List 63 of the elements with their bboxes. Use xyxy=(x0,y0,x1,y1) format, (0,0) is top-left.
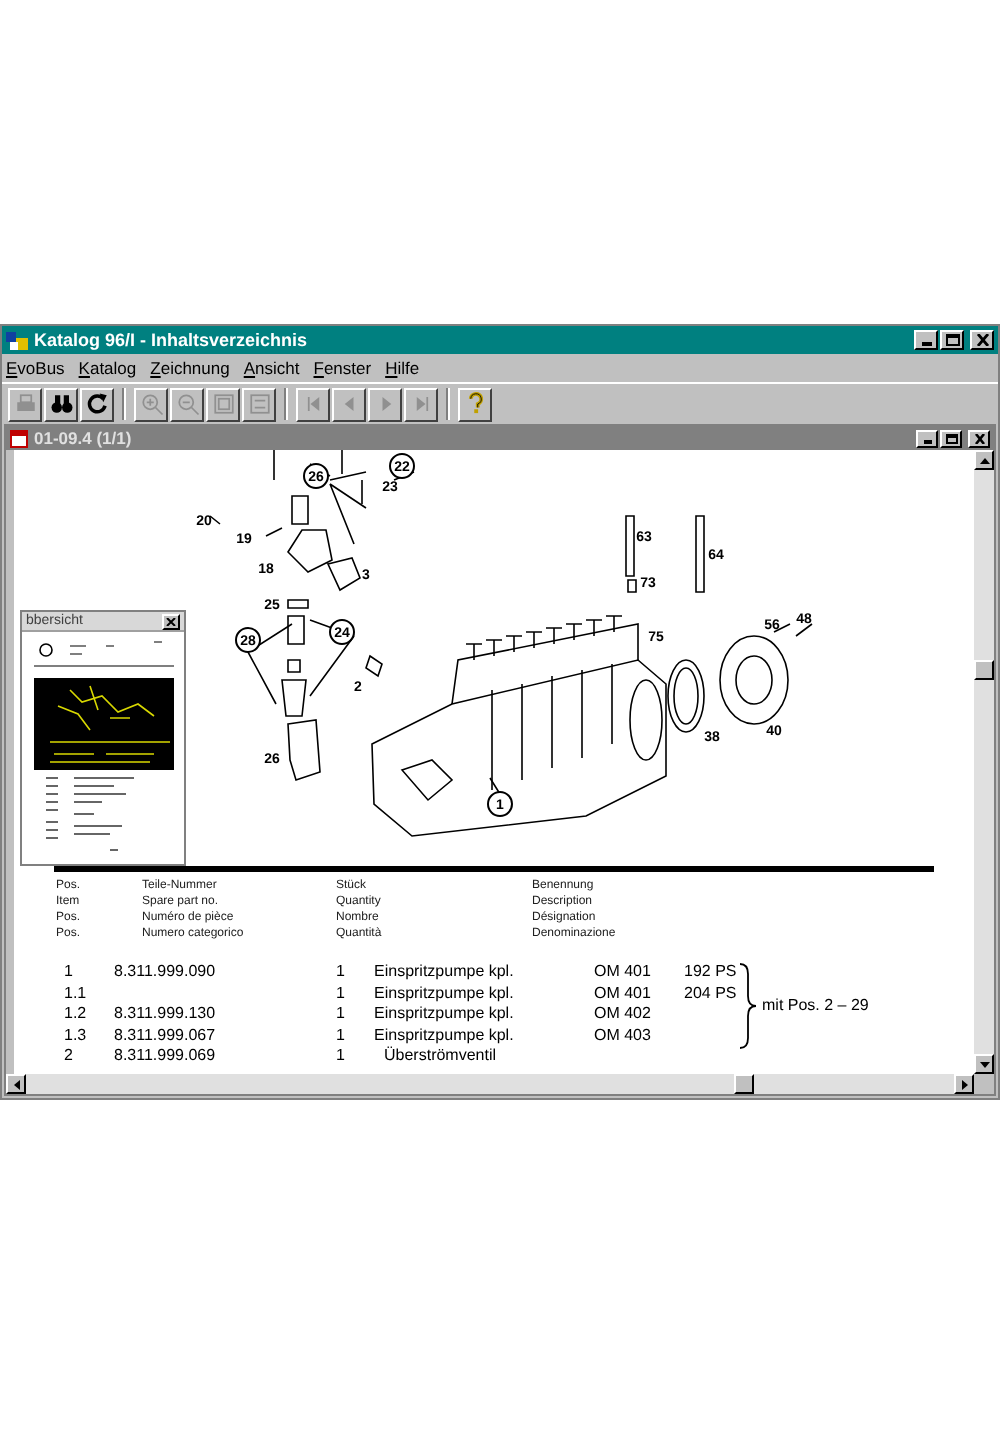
quantity: 1 xyxy=(336,962,345,982)
page-icon xyxy=(209,390,237,418)
minimize-button[interactable] xyxy=(914,330,938,350)
engine-model: OM 401 xyxy=(594,962,651,982)
quantity: 1 xyxy=(336,1004,345,1024)
item-number: 1.3 xyxy=(64,1025,87,1045)
quantity: 1 xyxy=(336,1025,345,1045)
close-button[interactable] xyxy=(968,429,990,447)
fit-page-icon xyxy=(245,390,273,418)
app-icon xyxy=(6,329,28,351)
part-number: 8.311.999.130 xyxy=(114,1004,216,1024)
part-number: 8.311.999.069 xyxy=(114,1046,216,1066)
menu-item[interactable]: Ansicht xyxy=(243,359,300,377)
scroll-left-icon xyxy=(13,1079,19,1089)
menu-item[interactable]: Katalog xyxy=(78,359,137,377)
quantity: 1 xyxy=(336,983,345,1003)
quantity: 1 xyxy=(336,1046,345,1066)
menu-item[interactable]: Fenster xyxy=(313,359,372,377)
scroll-down-icon xyxy=(979,1061,989,1067)
scroll-up-icon xyxy=(979,457,989,463)
part-name: Einspritzpumpe kpl. xyxy=(374,962,514,982)
engine-model: OM 403 xyxy=(594,1025,651,1045)
scroll-thumb[interactable] xyxy=(974,660,994,680)
help-button[interactable] xyxy=(458,387,492,421)
engine-model: OM 401 xyxy=(594,983,651,1003)
window-title: Katalog 96/I - Inhaltsverzeichnis xyxy=(34,331,308,349)
item-number: 1.1 xyxy=(64,983,87,1003)
maximize-button[interactable] xyxy=(940,429,962,447)
maximize-button[interactable] xyxy=(940,330,964,350)
minimize-button[interactable] xyxy=(916,429,938,447)
part-number: 8.311.999.067 xyxy=(114,1025,216,1045)
refresh-icon xyxy=(83,390,111,418)
part-name: Einspritzpumpe kpl. xyxy=(374,1025,514,1045)
close-icon xyxy=(975,334,989,346)
menu-item[interactable]: Hilfe xyxy=(385,359,420,377)
binoculars-icon xyxy=(47,390,75,418)
close-button[interactable] xyxy=(970,330,994,350)
close-icon xyxy=(166,617,176,625)
part-number: 8.311.999.090 xyxy=(114,962,216,982)
vertical-scrollbar[interactable] xyxy=(974,450,994,1074)
close-icon xyxy=(973,433,985,443)
part-name: Einspritzpumpe kpl. xyxy=(374,1004,514,1024)
item-number: 1 xyxy=(64,962,73,982)
document-title: 01-09.4 (1/1) xyxy=(34,429,132,447)
part-name: Einspritzpumpe kpl. xyxy=(374,983,514,1003)
brace-icon xyxy=(738,962,758,1050)
scroll-right-icon xyxy=(961,1079,967,1089)
zoom-out-icon xyxy=(173,390,201,418)
scroll-thumb[interactable] xyxy=(734,1074,754,1094)
engine-power: 204 PS xyxy=(684,983,737,1003)
refresh-button[interactable] xyxy=(80,387,114,421)
horizontal-scrollbar[interactable] xyxy=(6,1074,974,1094)
menu-item[interactable]: EvoBus xyxy=(6,359,65,377)
zoom-in-icon xyxy=(137,390,165,418)
close-button[interactable] xyxy=(162,613,180,629)
binoculars-button[interactable] xyxy=(44,387,78,421)
menu-item[interactable]: Zeichnung xyxy=(150,359,230,377)
group-note: mit Pos. 2 – 29 xyxy=(762,996,869,1016)
item-number: 2 xyxy=(64,1046,73,1066)
engine-power: 192 PS xyxy=(684,962,737,982)
item-number: 1.2 xyxy=(64,1004,87,1024)
engine-model: OM 402 xyxy=(594,1004,651,1024)
part-name: Überströmventil xyxy=(384,1046,497,1066)
